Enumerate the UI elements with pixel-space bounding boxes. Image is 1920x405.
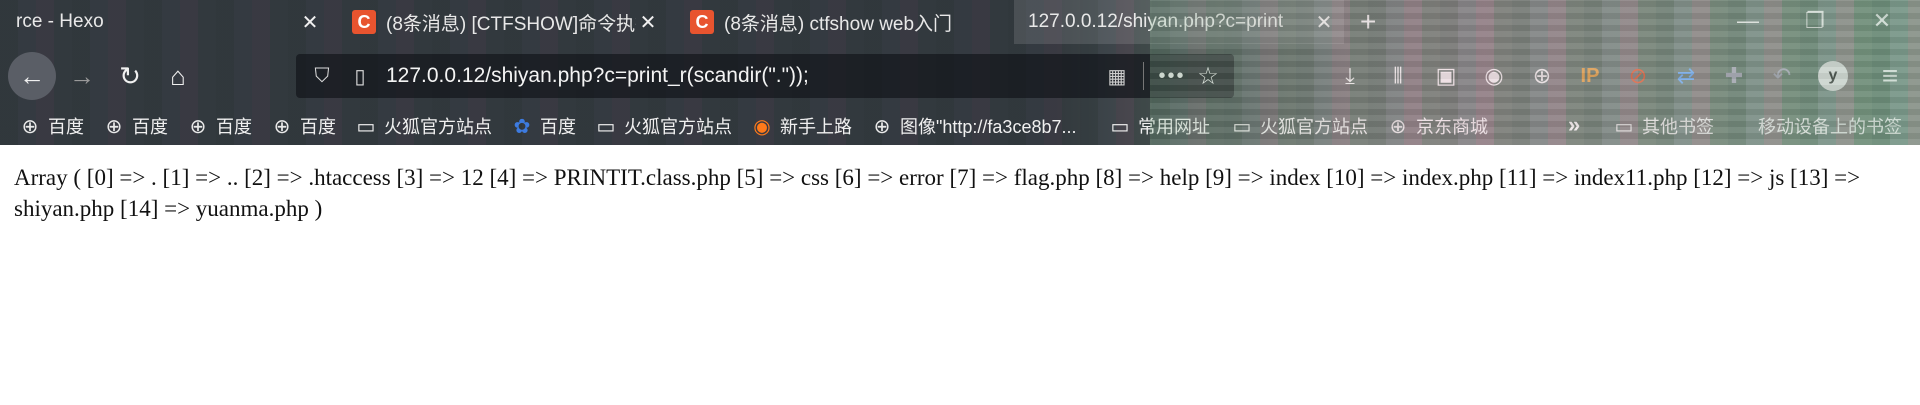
download-icon[interactable]: ⤓: [1332, 58, 1368, 94]
bookmark-star-icon[interactable]: ☆: [1190, 62, 1226, 91]
bookmark-label: 百度: [132, 117, 168, 137]
url-text[interactable]: 127.0.0.12/shiyan.php?c=print_r(scandir(…: [386, 64, 1101, 88]
undo-icon[interactable]: ↶: [1764, 58, 1800, 94]
bookmark-label: 移动设备上的书签: [1758, 117, 1902, 137]
navigation-bar: ← → ↻ ⌂ ⛉ ▯ 127.0.0.12/shiyan.php?c=prin…: [0, 44, 1920, 108]
folder-icon: ▭: [596, 115, 616, 138]
minimize-button[interactable]: —: [1733, 8, 1763, 34]
shield-icon[interactable]: ⛉: [308, 65, 336, 88]
maximize-button[interactable]: ❐: [1800, 8, 1830, 34]
mobile-bookmarks-folder[interactable]: 移动设备上的书签: [1758, 112, 1902, 140]
tab-close-icon[interactable]: ✕: [636, 10, 660, 35]
page-content: Array ( [0] => . [1] => .. [2] => .htacc…: [0, 145, 1920, 405]
tab-label: (8条消息) [CTFSHOW]命令执行: [386, 13, 636, 35]
folder-icon: ▭: [1232, 115, 1252, 138]
library-icon[interactable]: ⫴: [1380, 58, 1416, 94]
csdn-favicon-icon: C: [690, 10, 714, 34]
bookmark-label: 百度: [540, 117, 576, 137]
forward-button[interactable]: →: [60, 54, 104, 98]
globe-icon: ⊕: [189, 115, 207, 138]
tab-label: rce - Hexo: [16, 11, 104, 32]
home-button[interactable]: ⌂: [156, 54, 200, 98]
globe-icon[interactable]: ⊕: [1524, 58, 1560, 94]
bookmark-label: 百度: [48, 117, 84, 137]
bookmark-item[interactable]: ✿ 百度: [510, 112, 576, 140]
sync-icon[interactable]: ⇄: [1668, 58, 1704, 94]
tab-ctfshow-rce[interactable]: C (8条消息) [CTFSHOW]命令执行 ✕: [338, 0, 668, 44]
tab-label: 127.0.0.12/shiyan.php?c=print: [1028, 11, 1284, 32]
bookmark-folder[interactable]: ▭ 火狐官方站点: [354, 112, 492, 140]
bookmark-label: 图像"http://fa3ce8b7...: [900, 117, 1077, 137]
menu-icon[interactable]: ≡: [1872, 58, 1908, 94]
globe-icon: ⊕: [105, 115, 123, 138]
bookmark-folder[interactable]: ▭ 常用网址: [1108, 112, 1210, 140]
tab-shiyan-active[interactable]: 127.0.0.12/shiyan.php?c=print ✕: [1014, 0, 1344, 44]
back-button[interactable]: ←: [8, 52, 56, 100]
qr-code-icon[interactable]: ▦: [1101, 64, 1133, 89]
php-output-text: Array ( [0] => . [1] => .. [2] => .htacc…: [14, 165, 1861, 221]
folder-icon: ▭: [356, 115, 376, 138]
globe-icon: ⊕: [21, 115, 39, 138]
account-icon[interactable]: ◉: [1476, 58, 1512, 94]
browser-chrome: rce - Hexo ✕ C (8条消息) [CTFSHOW]命令执行 ✕ C …: [0, 0, 1920, 145]
tab-close-icon[interactable]: ✕: [1312, 10, 1336, 35]
bookmark-label: 百度: [300, 117, 336, 137]
bookmark-folder[interactable]: ▭ 火狐官方站点: [594, 112, 732, 140]
bookmark-item[interactable]: ◉ 新手上路: [750, 112, 852, 140]
tab-ctfshow-web[interactable]: C (8条消息) ctfshow web入门: [676, 0, 1006, 44]
bookmarks-overflow-chevron-icon[interactable]: »: [1568, 112, 1580, 138]
address-bar[interactable]: ⛉ ▯ 127.0.0.12/shiyan.php?c=print_r(scan…: [296, 54, 1234, 98]
url-separator: [1143, 62, 1144, 90]
page-actions-button[interactable]: •••: [1154, 65, 1190, 88]
bookmark-label: 新手上路: [780, 117, 852, 137]
bookmark-folder[interactable]: ▭ 火狐官方站点: [1230, 112, 1368, 140]
tab-rce-hexo[interactable]: rce - Hexo ✕: [0, 0, 330, 44]
folder-icon: ▭: [1614, 115, 1634, 138]
bookmark-label: 火狐官方站点: [624, 117, 732, 137]
tab-close-icon[interactable]: ✕: [298, 10, 322, 35]
globe-icon: ⊕: [873, 115, 891, 138]
csdn-favicon-icon: C: [352, 10, 376, 34]
bookmark-label: 百度: [216, 117, 252, 137]
bookmark-label: 火狐官方站点: [1260, 117, 1368, 137]
bookmark-item[interactable]: ⊕ 图像"http://fa3ce8b7...: [870, 112, 1077, 140]
window-close-button[interactable]: ✕: [1867, 8, 1897, 34]
reader-sidebar-icon[interactable]: ▣: [1428, 58, 1464, 94]
tab-label: (8条消息) ctfshow web入门: [724, 13, 953, 35]
bookmark-item[interactable]: ⊕ 百度: [186, 112, 252, 140]
bookmark-item[interactable]: ⊕ 百度: [102, 112, 168, 140]
tab-bar: rce - Hexo ✕ C (8条消息) [CTFSHOW]命令执行 ✕ C …: [0, 0, 1920, 44]
ip-extension-icon[interactable]: IP: [1572, 58, 1608, 94]
bookmarks-toolbar: ⊕ 百度 ⊕ 百度 ⊕ 百度 ⊕ 百度 ▭ 火狐官方站点 ✿ 百度 ▭ 火狐官方…: [0, 108, 1920, 145]
bookmark-label: 火狐官方站点: [384, 117, 492, 137]
bookmark-item[interactable]: ⊕ 京东商城: [1386, 112, 1488, 140]
globe-icon: ⊕: [273, 115, 291, 138]
bookmark-label: 京东商城: [1416, 117, 1488, 137]
bookmark-item[interactable]: ⊕ 百度: [18, 112, 84, 140]
no-ads-icon[interactable]: ⊘: [1620, 58, 1656, 94]
bookmark-label: 其他书签: [1642, 117, 1714, 137]
baidu-paw-icon: ✿: [513, 115, 531, 138]
page-icon[interactable]: ▯: [346, 64, 374, 89]
globe-icon: ⊕: [1389, 115, 1407, 138]
folder-icon: ▭: [1110, 115, 1130, 138]
bookmark-label: 常用网址: [1138, 117, 1210, 137]
other-bookmarks-folder[interactable]: ▭ 其他书签: [1612, 112, 1714, 140]
reload-button[interactable]: ↻: [108, 54, 152, 98]
bookmark-item[interactable]: ⊕ 百度: [270, 112, 336, 140]
firefox-icon: ◉: [753, 115, 771, 138]
new-tab-button[interactable]: +: [1360, 6, 1376, 38]
extension-icon[interactable]: ✚: [1716, 58, 1752, 94]
user-avatar[interactable]: y: [1818, 61, 1848, 91]
